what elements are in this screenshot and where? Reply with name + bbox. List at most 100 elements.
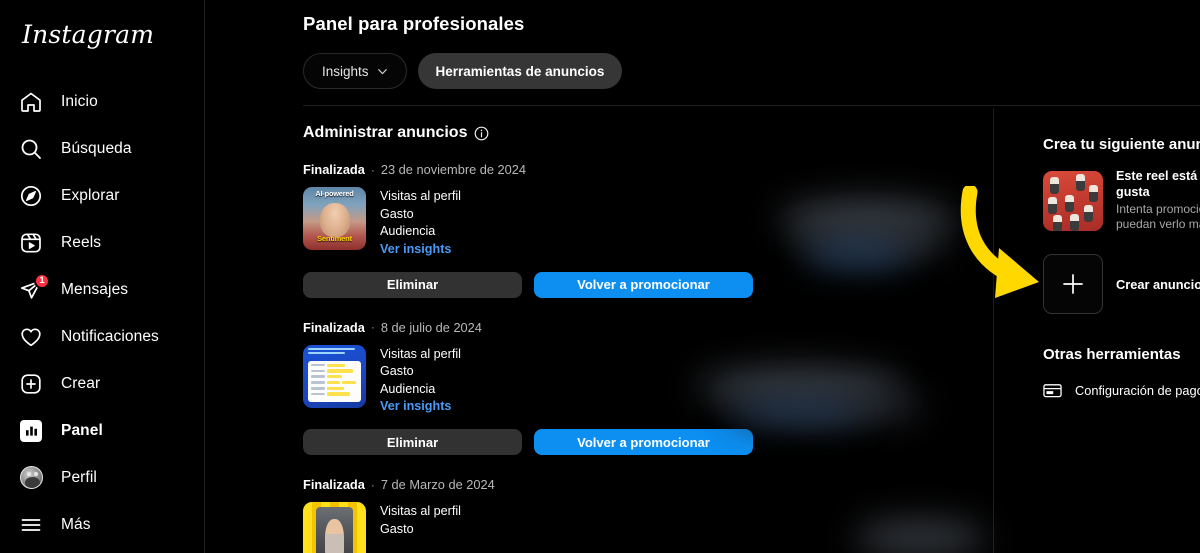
ad-status-badge: Finalizada bbox=[303, 162, 365, 177]
delete-ad-button[interactable]: Eliminar bbox=[303, 271, 522, 298]
repromote-ad-button[interactable]: Volver a promocionar bbox=[534, 271, 753, 298]
ad-metric: Gasto bbox=[380, 364, 414, 378]
tool-item-label: Configuración de pagos bbox=[1075, 383, 1200, 398]
ad-status-row: Finalizada · 8 de julio de 2024 bbox=[303, 320, 963, 335]
sidebar-item-busqueda[interactable]: Búsqueda bbox=[0, 125, 204, 172]
heart-icon bbox=[18, 324, 44, 350]
sidebar-item-mensajes[interactable]: 1 Mensajes bbox=[0, 266, 204, 313]
ad-thumbnail[interactable] bbox=[303, 502, 366, 553]
hamburger-icon bbox=[18, 512, 44, 538]
plus-icon bbox=[1063, 274, 1083, 294]
manage-ads-column: Administrar anuncios Finalizada · 23 de … bbox=[303, 124, 963, 553]
sidebar-item-label: Inicio bbox=[61, 92, 98, 110]
instagram-logo[interactable]: Instagram bbox=[0, 14, 204, 64]
ad-metrics: Visitas al perfil Gasto bbox=[380, 502, 461, 537]
sidebar-item-notificaciones[interactable]: Notificaciones bbox=[0, 313, 204, 360]
sidebar-item-label: Perfil bbox=[61, 468, 97, 486]
sidebar-item-inicio[interactable]: Inicio bbox=[0, 78, 204, 125]
ad-metrics: Visitas al perfil Gasto Audiencia Ver in… bbox=[380, 345, 461, 416]
ad-date: 23 de noviembre de 2024 bbox=[380, 162, 527, 177]
ad-metric: Visitas al perfil bbox=[380, 504, 461, 518]
ad-metric: Audiencia bbox=[380, 224, 436, 238]
sidebar-item-label: Panel bbox=[61, 421, 103, 439]
create-ad-plus-box[interactable] bbox=[1043, 254, 1103, 314]
sidebar-item-explorar[interactable]: Explorar bbox=[0, 172, 204, 219]
reels-icon bbox=[18, 230, 44, 256]
ad-status-badge: Finalizada bbox=[303, 319, 365, 335]
instagram-professional-dashboard: Instagram Inicio Búsqueda Explorar Reels… bbox=[0, 0, 1200, 553]
ad-status-row: Finalizada · 7 de Marzo de 2024 bbox=[303, 477, 963, 492]
ad-metric: Visitas al perfil bbox=[380, 189, 461, 203]
next-ad-heading: Crea tu siguiente anuncio bbox=[1043, 136, 1200, 153]
sidebar-item-label: Explorar bbox=[61, 186, 120, 204]
ad-status-row: Finalizada · 23 de noviembre de 2024 bbox=[303, 162, 963, 177]
sidebar-item-panel[interactable]: Panel bbox=[0, 407, 204, 454]
main-sidebar: Instagram Inicio Búsqueda Explorar Reels… bbox=[0, 0, 205, 553]
ad-date: 7 de Marzo de 2024 bbox=[380, 477, 495, 492]
main-content: Panel para profesionales Insights Herram… bbox=[205, 0, 1200, 553]
ad-metric: Gasto bbox=[380, 521, 414, 536]
header-divider bbox=[303, 105, 1200, 106]
create-ad-label: Crear anuncio bbox=[1116, 276, 1200, 292]
right-panel: Crea tu siguiente anuncio Este reel está… bbox=[1043, 136, 1200, 400]
thumbnail-caption-bottom: Sentiment bbox=[317, 234, 352, 243]
page-title: Panel para profesionales bbox=[303, 13, 525, 34]
separator-dot: · bbox=[370, 320, 375, 334]
ad-metric: Audiencia bbox=[380, 381, 436, 396]
view-insights-link[interactable]: Ver insights bbox=[380, 398, 461, 415]
avatar-icon bbox=[18, 465, 44, 491]
ad-thumbnail[interactable] bbox=[303, 344, 366, 408]
ad-metric: Gasto bbox=[380, 206, 414, 221]
bar-chart-icon bbox=[18, 418, 44, 444]
ad-status-badge: Finalizada bbox=[303, 477, 365, 492]
sidebar-item-label: Mensajes bbox=[61, 280, 129, 298]
sidebar-item-label: Reels bbox=[61, 233, 102, 251]
messages-unread-badge: 1 bbox=[34, 272, 50, 289]
ad-card: Finalizada · 7 de Marzo de 2024 Visitas … bbox=[303, 477, 963, 553]
search-icon bbox=[18, 136, 44, 162]
sidebar-item-label: Más bbox=[61, 515, 91, 533]
chevron-down-icon bbox=[377, 68, 387, 74]
home-icon bbox=[18, 89, 44, 115]
manage-ads-title: Administrar anuncios bbox=[303, 124, 468, 141]
compass-icon bbox=[18, 183, 44, 209]
ad-date: 8 de julio de 2024 bbox=[380, 319, 482, 335]
tab-insights[interactable]: Insights bbox=[303, 53, 407, 89]
credit-card-icon bbox=[1043, 384, 1062, 398]
ad-metrics: Visitas al perfil Gasto Audiencia Ver in… bbox=[380, 187, 461, 258]
tab-herramientas-de-anuncios[interactable]: Herramientas de anuncios bbox=[417, 53, 623, 89]
ad-thumbnail[interactable]: AI-powered Sentiment bbox=[303, 187, 366, 250]
sidebar-nav: Inicio Búsqueda Explorar Reels 1 Mensaje… bbox=[0, 78, 204, 548]
sidebar-item-label: Crear bbox=[61, 374, 101, 392]
view-insights-link[interactable]: Ver insights bbox=[380, 241, 461, 258]
other-tools-heading: Otras herramientas bbox=[1043, 346, 1181, 363]
messenger-icon: 1 bbox=[18, 272, 50, 303]
ad-metric: Visitas al perfil bbox=[380, 346, 461, 361]
column-divider bbox=[993, 108, 994, 553]
delete-ad-button[interactable]: Eliminar bbox=[303, 429, 522, 455]
suggestion-subtitle: Intenta promocionarlo para que puedan ve… bbox=[1116, 202, 1200, 231]
suggestion-thumbnail bbox=[1043, 170, 1103, 231]
create-ad-item[interactable]: Crear anuncio bbox=[1043, 254, 1200, 314]
thumbnail-caption-top: AI-powered bbox=[315, 189, 354, 198]
suggestion-title: Este reel está obteniendo Me gusta bbox=[1116, 169, 1200, 199]
sidebar-item-perfil[interactable]: Perfil bbox=[0, 454, 204, 501]
sidebar-item-reels[interactable]: Reels bbox=[0, 219, 204, 266]
manage-ads-heading: Administrar anuncios bbox=[303, 124, 963, 142]
plus-circle-icon bbox=[18, 371, 44, 397]
ad-card: Finalizada · 23 de noviembre de 2024 AI-… bbox=[303, 162, 963, 298]
sidebar-item-label: Búsqueda bbox=[61, 139, 132, 157]
repromote-ad-button[interactable]: Volver a promocionar bbox=[534, 429, 753, 455]
tool-item-configuracion-de-pagos[interactable]: Configuración de pagos bbox=[1043, 381, 1200, 400]
sidebar-item-label: Notificaciones bbox=[61, 327, 159, 345]
tab-insights-label: Insights bbox=[322, 63, 369, 79]
info-circle-icon[interactable] bbox=[474, 126, 489, 141]
separator-dot: · bbox=[370, 477, 375, 492]
dashboard-tabs: Insights Herramientas de anuncios bbox=[205, 35, 1200, 89]
ad-suggestion-item[interactable]: Este reel está obteniendo Me gusta Inten… bbox=[1043, 169, 1200, 232]
ad-card: Finalizada · 8 de julio de 2024 Visitas … bbox=[303, 320, 963, 455]
separator-dot: · bbox=[370, 162, 375, 177]
sidebar-item-crear[interactable]: Crear bbox=[0, 360, 204, 407]
tab-ad-tools-label: Herramientas de anuncios bbox=[435, 63, 605, 79]
sidebar-item-mas[interactable]: Más bbox=[0, 501, 204, 548]
